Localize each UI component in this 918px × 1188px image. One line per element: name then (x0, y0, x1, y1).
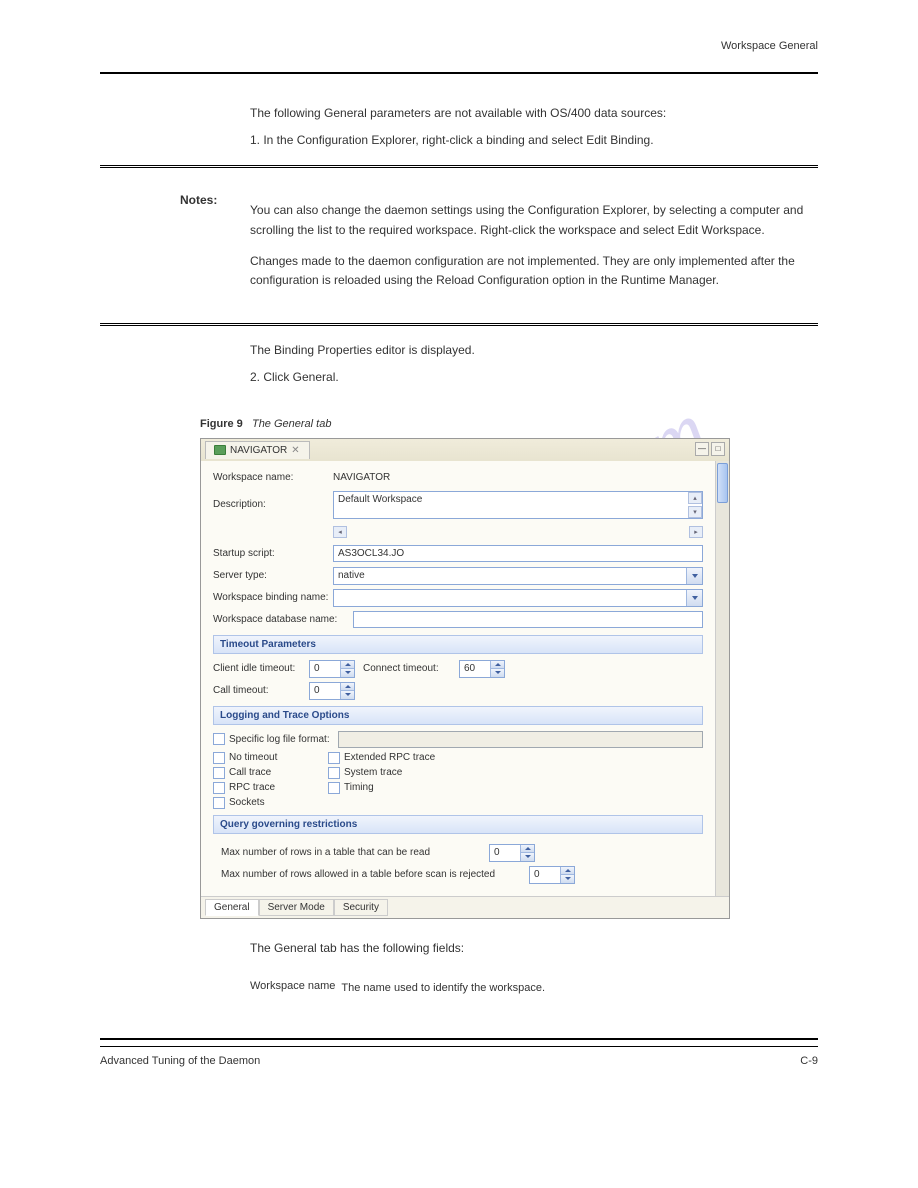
editor-tab[interactable]: NAVIGATOR ✕ (205, 441, 310, 459)
connect-timeout-label: Connect timeout: (363, 663, 451, 674)
editor-content: Workspace name: NAVIGATOR Description: D… (201, 461, 715, 896)
ws-binding-select[interactable] (333, 589, 703, 607)
note-body-2: Changes made to the daemon configuration… (250, 252, 818, 290)
spinner-up-icon[interactable] (560, 867, 574, 875)
timing-label: Timing (344, 782, 374, 793)
page-header: Workspace General (100, 40, 818, 52)
client-idle-label: Client idle timeout: (213, 663, 301, 674)
step-2: 2. Click General. (100, 368, 818, 387)
close-icon[interactable]: ✕ (291, 445, 301, 455)
bottom-tabbar: General Server Mode Security (201, 896, 729, 918)
ws-db-label: Workspace database name: (213, 614, 353, 625)
rpc-trace-checkbox[interactable] (213, 782, 225, 794)
spinner-down-icon[interactable] (560, 875, 574, 883)
note-block: Notes: You can also change the daemon se… (100, 165, 818, 326)
no-timeout-checkbox[interactable] (213, 752, 225, 764)
call-timeout-spinner[interactable]: 0 (309, 682, 355, 700)
tab-security[interactable]: Security (334, 899, 388, 916)
call-trace-checkbox[interactable] (213, 767, 225, 779)
startup-script-label: Startup script: (213, 548, 333, 559)
no-timeout-label: No timeout (229, 752, 277, 763)
sockets-label: Sockets (229, 797, 265, 808)
query-section-header: Query governing restrictions (213, 815, 703, 834)
scroll-up-icon[interactable]: ▴ (688, 492, 702, 504)
body-after: The Binding Properties editor is display… (100, 341, 818, 360)
specific-log-label: Specific log file format: (229, 734, 330, 745)
spinner-down-icon[interactable] (490, 669, 504, 677)
spinner-up-icon[interactable] (520, 845, 534, 853)
figure-caption: Figure 9 The General tab (100, 418, 818, 430)
field-ws-name-desc: The name used to identify the workspace. (341, 978, 545, 999)
max-scan-spinner[interactable]: 0 (529, 866, 575, 884)
figure-label: Figure 9 (200, 418, 243, 430)
max-scan-label: Max number of rows allowed in a table be… (221, 869, 521, 880)
scrollbar-thumb[interactable] (717, 463, 728, 503)
call-timeout-label: Call timeout: (213, 685, 301, 696)
editor-tabbar: NAVIGATOR ✕ — □ (201, 439, 729, 461)
bottom-rule-1 (100, 1038, 818, 1040)
spinner-up-icon[interactable] (490, 661, 504, 669)
server-type-select[interactable]: native (333, 567, 703, 585)
specific-log-checkbox[interactable] (213, 733, 225, 745)
client-idle-spinner[interactable]: 0 (309, 660, 355, 678)
tab-server-mode[interactable]: Server Mode (259, 899, 334, 916)
editor-window: NAVIGATOR ✕ — □ Workspace name: NAVIGATO… (200, 438, 730, 919)
logging-section-header: Logging and Trace Options (213, 706, 703, 725)
chevron-down-icon[interactable] (686, 568, 702, 584)
scroll-right-icon[interactable]: ▸ (689, 526, 703, 538)
maximize-button[interactable]: □ (711, 442, 725, 456)
minimize-button[interactable]: — (695, 442, 709, 456)
workspace-name-label: Workspace name: (213, 472, 333, 483)
sys-trace-label: System trace (344, 767, 402, 778)
description-input[interactable]: Default Workspace ▴ ▾ (333, 491, 703, 519)
ws-binding-label: Workspace binding name: (213, 592, 333, 603)
specific-log-input[interactable] (338, 731, 703, 748)
field-ws-name-label: Workspace name (250, 978, 341, 999)
fields-intro: The General tab has the following fields… (100, 939, 818, 958)
editor-tab-title: NAVIGATOR (230, 445, 287, 456)
ext-rpc-label: Extended RPC trace (344, 752, 435, 763)
call-trace-label: Call trace (229, 767, 271, 778)
sys-trace-checkbox[interactable] (328, 767, 340, 779)
description-label: Description: (213, 499, 333, 510)
tab-general[interactable]: General (205, 899, 259, 916)
spinner-down-icon[interactable] (340, 691, 354, 699)
note-body-1: You can also change the daemon settings … (250, 201, 818, 239)
footer-left: Advanced Tuning of the Daemon (100, 1055, 260, 1067)
footer-right: C-9 (800, 1055, 818, 1067)
note-label: Notes: (180, 193, 217, 207)
chevron-down-icon[interactable] (686, 590, 702, 606)
vertical-scrollbar[interactable] (715, 461, 729, 896)
connect-timeout-spinner[interactable]: 60 (459, 660, 505, 678)
ws-db-input[interactable] (353, 611, 703, 628)
field-table: Workspace name The name used to identify… (250, 978, 545, 999)
bottom-rule-2 (100, 1046, 818, 1047)
figure-caption-text: The General tab (252, 418, 332, 430)
sockets-checkbox[interactable] (213, 797, 225, 809)
scroll-down-icon[interactable]: ▾ (688, 506, 702, 518)
scroll-left-icon[interactable]: ◂ (333, 526, 347, 538)
max-read-label: Max number of rows in a table that can b… (221, 847, 481, 858)
max-read-spinner[interactable]: 0 (489, 844, 535, 862)
step-1: 1. In the Configuration Explorer, right-… (100, 131, 818, 150)
timeout-section-header: Timeout Parameters (213, 635, 703, 654)
spinner-down-icon[interactable] (340, 669, 354, 677)
ext-rpc-checkbox[interactable] (328, 752, 340, 764)
spinner-up-icon[interactable] (340, 661, 354, 669)
top-rule (100, 72, 818, 74)
workspace-name-value: NAVIGATOR (333, 472, 390, 483)
startup-script-input[interactable]: AS3OCL34.JO (333, 545, 703, 562)
spinner-down-icon[interactable] (520, 853, 534, 861)
intro-text: The following General parameters are not… (100, 104, 818, 123)
description-value: Default Workspace (334, 492, 426, 507)
server-type-label: Server type: (213, 570, 333, 581)
workspace-icon (214, 445, 226, 455)
spinner-up-icon[interactable] (340, 683, 354, 691)
rpc-trace-label: RPC trace (229, 782, 275, 793)
timing-checkbox[interactable] (328, 782, 340, 794)
